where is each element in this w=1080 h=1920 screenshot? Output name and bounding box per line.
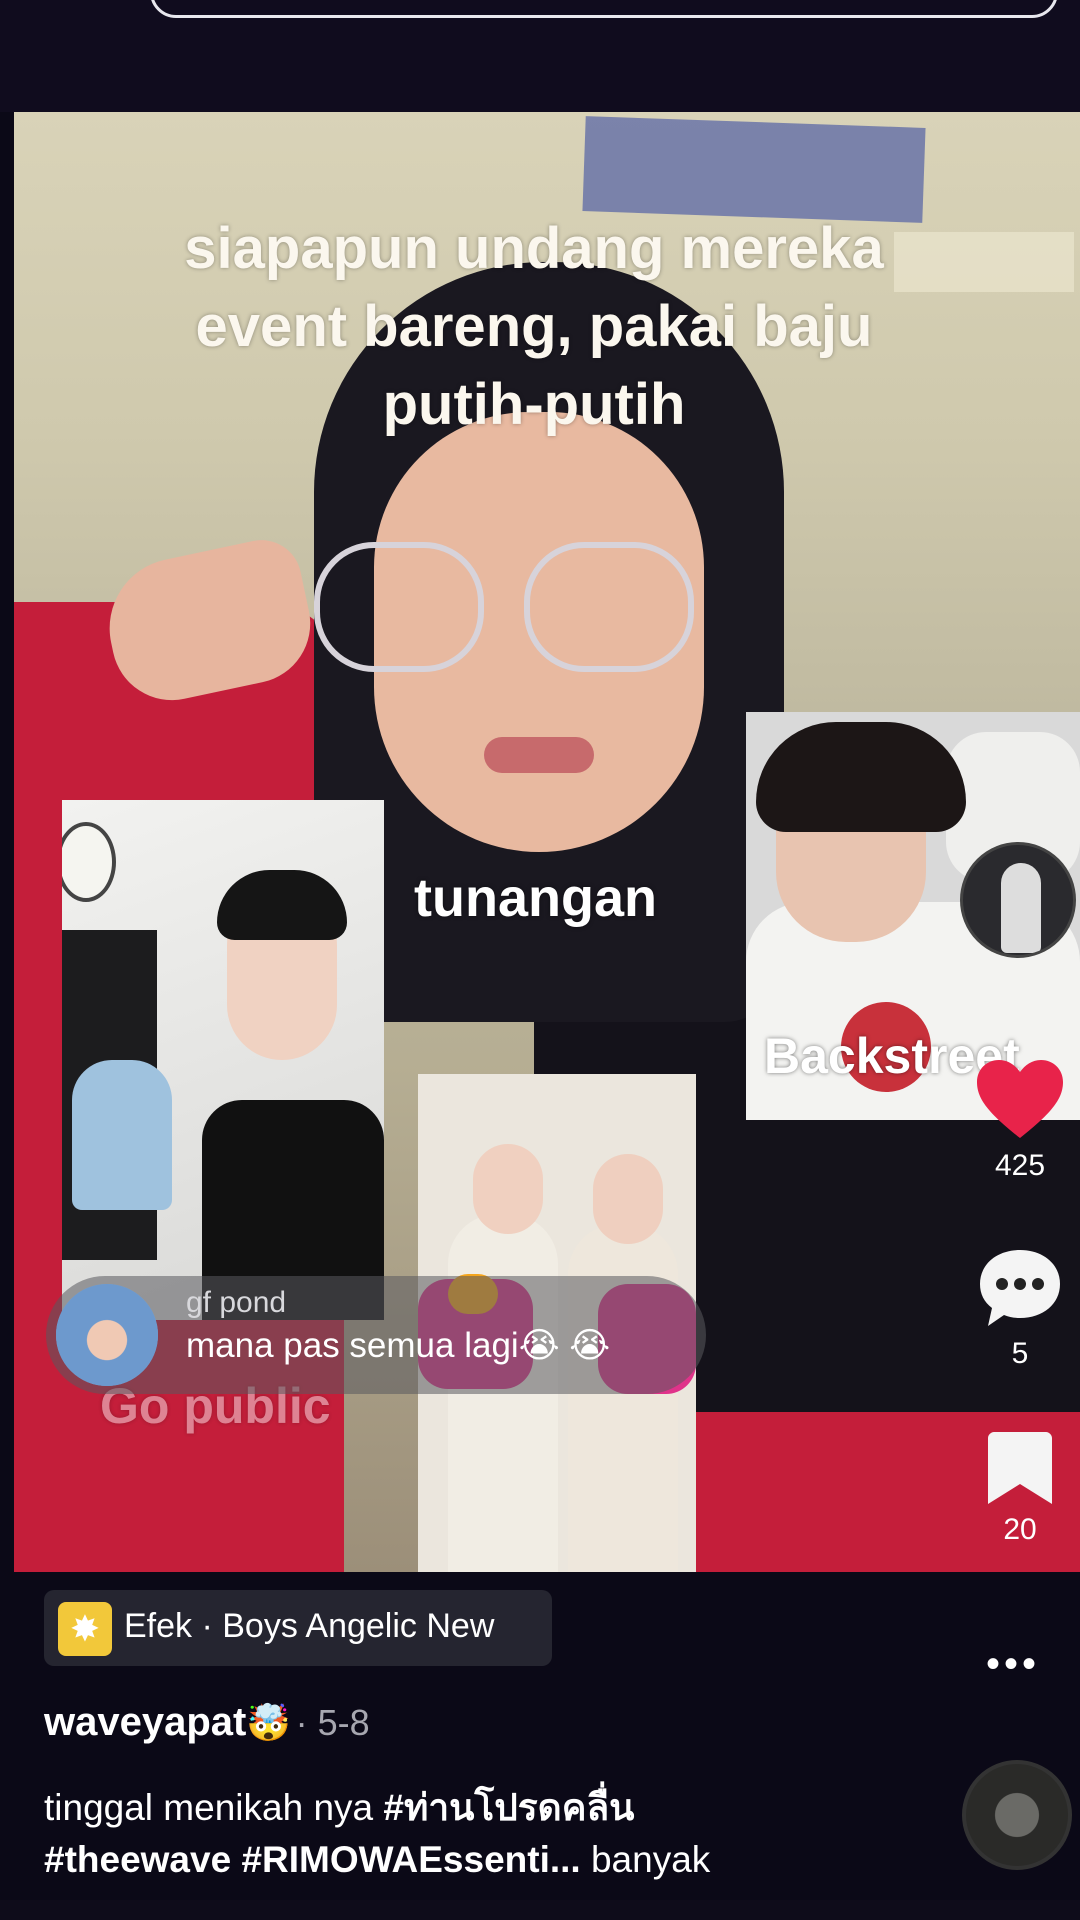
heart-icon	[977, 1060, 1063, 1138]
label-tunangan: tunangan	[414, 868, 657, 928]
post-date: · 5-8	[295, 1702, 370, 1743]
save-count: 20	[1003, 1513, 1037, 1546]
author-name[interactable]: waveyapat	[44, 1700, 246, 1744]
comment-avatar[interactable]	[56, 1284, 158, 1386]
comment-username: gf pond	[186, 1286, 287, 1319]
caption-text: tinggal menikah nya	[44, 1787, 384, 1828]
person-lips	[484, 737, 594, 773]
background-sign	[582, 116, 926, 223]
hashtag[interactable]: #theewave	[44, 1839, 231, 1880]
glasses-left	[314, 542, 484, 672]
author-row: waveyapat🤯 · 5-8	[44, 1700, 370, 1760]
effect-label: Efek · Boys Angelic New	[124, 1607, 495, 1645]
bottom-edge	[0, 1900, 1080, 1920]
caption-more[interactable]: banyak	[581, 1839, 710, 1880]
effect-icon: ✸	[58, 1602, 112, 1656]
top-bar	[0, 0, 1080, 112]
glasses-right	[524, 542, 694, 672]
author-emoji: 🤯	[246, 1702, 292, 1743]
like-count: 425	[994, 1149, 1046, 1182]
video-overlay-text: siapapun undang mereka event bareng, pak…	[184, 216, 884, 437]
bookmark-icon	[988, 1432, 1052, 1504]
comment-icon	[980, 1250, 1060, 1326]
save-button[interactable]: 20	[960, 1432, 1080, 1547]
comment-count: 5	[1011, 1337, 1029, 1370]
post-caption[interactable]: tinggal menikah nya #ท่านโปรดคลื่น #thee…	[44, 1782, 944, 1886]
music-disc-icon[interactable]	[962, 1760, 1072, 1870]
creator-avatar[interactable]	[960, 842, 1076, 958]
comment-button[interactable]: 5	[960, 1248, 1080, 1371]
hashtag[interactable]: #ท่านโปรดคลื่น	[383, 1787, 634, 1828]
comment-text: mana pas semua lagi😭 😭	[186, 1326, 611, 1365]
search-bar[interactable]	[150, 0, 1058, 18]
more-icon[interactable]: •••	[986, 1642, 1040, 1687]
effect-chip[interactable]: ✸ Efek · Boys Angelic New	[44, 1590, 552, 1666]
like-button[interactable]: 425	[960, 1060, 1080, 1183]
live-comment-bubble[interactable]: gf pond mana pas semua lagi😭 😭	[46, 1276, 706, 1394]
hashtag[interactable]: #RIMOWAEssenti...	[241, 1839, 580, 1880]
sticker-photo-left	[62, 800, 384, 1320]
